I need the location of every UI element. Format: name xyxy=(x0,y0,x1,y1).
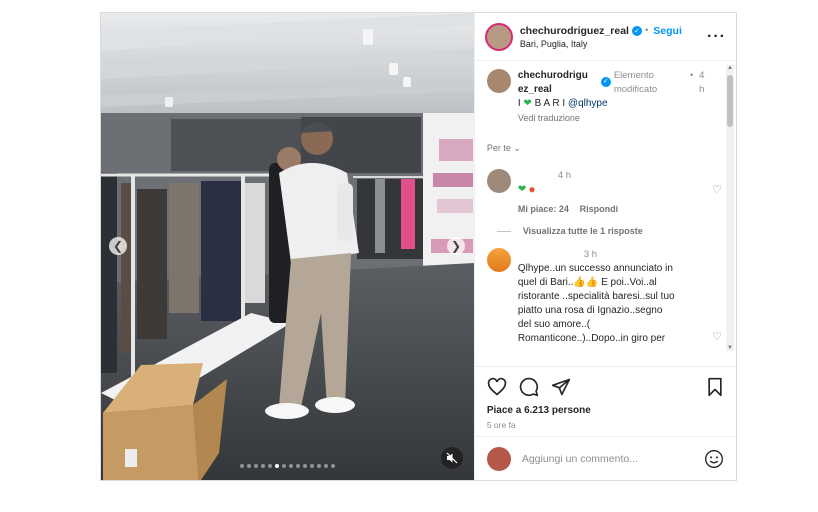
comment-text-line: del suo amore..( xyxy=(517,319,591,330)
mute-button[interactable] xyxy=(440,447,463,469)
add-comment-input[interactable]: Aggiungi un commento... xyxy=(522,453,704,465)
comment-filter[interactable]: Per te ⌄ xyxy=(487,143,722,154)
view-replies-label: Visualizza tutte le 1 risposte xyxy=(522,226,643,236)
add-comment-bar: Aggiungi un commento... xyxy=(474,436,736,480)
comment-item: 3 h Qlhype..un successo annunciato in qu… xyxy=(486,248,722,346)
view-replies-button[interactable]: Visualizza tutte le 1 risposte xyxy=(487,226,722,236)
carousel-dot xyxy=(246,464,251,468)
carousel-dot-active xyxy=(274,464,279,468)
author-avatar[interactable] xyxy=(484,22,513,51)
caption-time-unit: h xyxy=(699,84,705,95)
author-username[interactable]: chechurodriguez_real xyxy=(520,25,629,37)
green-heart-icon: ❤ xyxy=(517,184,527,195)
comment-time: 4 h xyxy=(557,170,572,181)
carousel-dot xyxy=(330,464,335,468)
caption-username-cont[interactable]: ez_real xyxy=(518,83,598,97)
chevron-right-icon: ❯ xyxy=(450,239,462,253)
carousel-indicator xyxy=(101,464,474,468)
author-info: chechurodriguez_real ✓ • Segui Bari, Pug… xyxy=(520,25,707,49)
chevron-down-icon: ⌄ xyxy=(513,143,521,153)
caption: chechurodrigu ez_real ✓ Elemento modific… xyxy=(486,69,722,125)
comment-icon[interactable] xyxy=(519,377,539,397)
chevron-left-icon: ❮ xyxy=(112,239,124,253)
carousel-dot xyxy=(316,464,321,468)
carousel-dot xyxy=(288,464,293,468)
comments-list[interactable]: ▲ ▼ chechurodrigu ez_real ✓ Elemento mod… xyxy=(475,61,736,366)
green-heart-icon: ❤ xyxy=(523,98,532,109)
comment-likes[interactable]: Mi piace: 24 xyxy=(518,204,569,214)
previous-slide-button[interactable]: ❮ xyxy=(109,237,127,255)
carousel-dot xyxy=(295,464,300,468)
scroll-up-icon[interactable]: ▲ xyxy=(727,65,733,71)
comment-text-line: piatto una rosa di Ignazio..segno xyxy=(517,305,663,316)
like-comment-icon[interactable]: ♡ xyxy=(712,330,722,344)
scroll-down-icon[interactable]: ▼ xyxy=(727,345,733,351)
caption-text: B A R I xyxy=(534,98,566,109)
bookmark-icon[interactable] xyxy=(706,377,724,397)
share-icon[interactable] xyxy=(551,377,571,397)
carousel-dot xyxy=(267,464,272,468)
explosion-icon: ✸ xyxy=(528,185,536,195)
edited-label: Elemento modificato xyxy=(613,70,658,95)
follow-button[interactable]: Segui xyxy=(653,25,682,37)
carousel-dot xyxy=(323,464,328,468)
carousel-dot xyxy=(281,464,286,468)
post-header: chechurodriguez_real ✓ • Segui Bari, Pug… xyxy=(474,13,736,61)
comment-text-line: Romanticone..)..Dopo..in giro per xyxy=(517,333,666,344)
caption-username[interactable]: chechurodrigu xyxy=(518,69,598,83)
carousel-dot xyxy=(239,464,244,468)
post-side-panel: chechurodriguez_real ✓ • Segui Bari, Pug… xyxy=(473,13,736,480)
comment-text-line: quel di Bari..👍👍 E poi..Voi..al xyxy=(517,277,657,288)
commenter-avatar[interactable] xyxy=(486,169,511,193)
like-comment-icon[interactable]: ♡ xyxy=(712,183,722,197)
carousel-dot xyxy=(309,464,314,468)
comment-text-line: Qlhype..un successo annunciato in xyxy=(517,263,673,274)
replies-line xyxy=(496,230,511,232)
verified-icon: ✓ xyxy=(631,25,642,36)
next-slide-button[interactable]: ❯ xyxy=(447,237,465,255)
separator-dot: • xyxy=(644,25,649,36)
caption-text-prefix: I xyxy=(517,98,521,109)
emoji-icon[interactable] xyxy=(704,449,724,469)
see-translation-link[interactable]: Vedi traduzione xyxy=(518,111,708,125)
post-location[interactable]: Bari, Puglia, Italy xyxy=(520,39,707,49)
carousel-dot xyxy=(260,464,265,468)
comment-filter-label: Per te xyxy=(486,143,511,153)
comment-time: 3 h xyxy=(583,249,598,260)
mute-icon xyxy=(446,452,458,464)
post-actions: Piace a 6.213 persone 5 ore fa xyxy=(474,366,736,436)
carousel-dot xyxy=(302,464,307,468)
comment-item: 4 h ❤ ✸ ♡ Mi piace: 24 Rispondi xyxy=(486,169,722,217)
caption-separator: • xyxy=(689,70,694,81)
caption-avatar[interactable] xyxy=(486,69,511,93)
heart-icon[interactable] xyxy=(487,377,507,397)
instagram-post: ❮ ❯ chechurodriguez_real ✓ • Segui Bari,… xyxy=(100,12,737,481)
post-time: 5 ore fa xyxy=(486,420,516,430)
post-media[interactable]: ❮ ❯ xyxy=(101,13,474,480)
more-icon[interactable]: ··· xyxy=(707,28,726,46)
current-user-avatar xyxy=(486,446,511,471)
comment-text-line: ristorante ..specialità baresi..sul tuo xyxy=(517,291,675,302)
carousel-dot xyxy=(253,464,258,468)
likes-count[interactable]: Piace a 6.213 persone xyxy=(487,405,724,416)
commenter-avatar[interactable] xyxy=(486,248,511,272)
caption-time: 4 xyxy=(699,70,705,81)
comments-scrollbar[interactable]: ▲ ▼ xyxy=(726,65,734,351)
caption-mention[interactable]: @qlhype xyxy=(568,98,608,109)
reply-button[interactable]: Rispondi xyxy=(580,204,619,214)
scrollbar-thumb[interactable] xyxy=(727,75,733,127)
video-frame xyxy=(101,13,474,480)
verified-icon: ✓ xyxy=(600,77,611,87)
